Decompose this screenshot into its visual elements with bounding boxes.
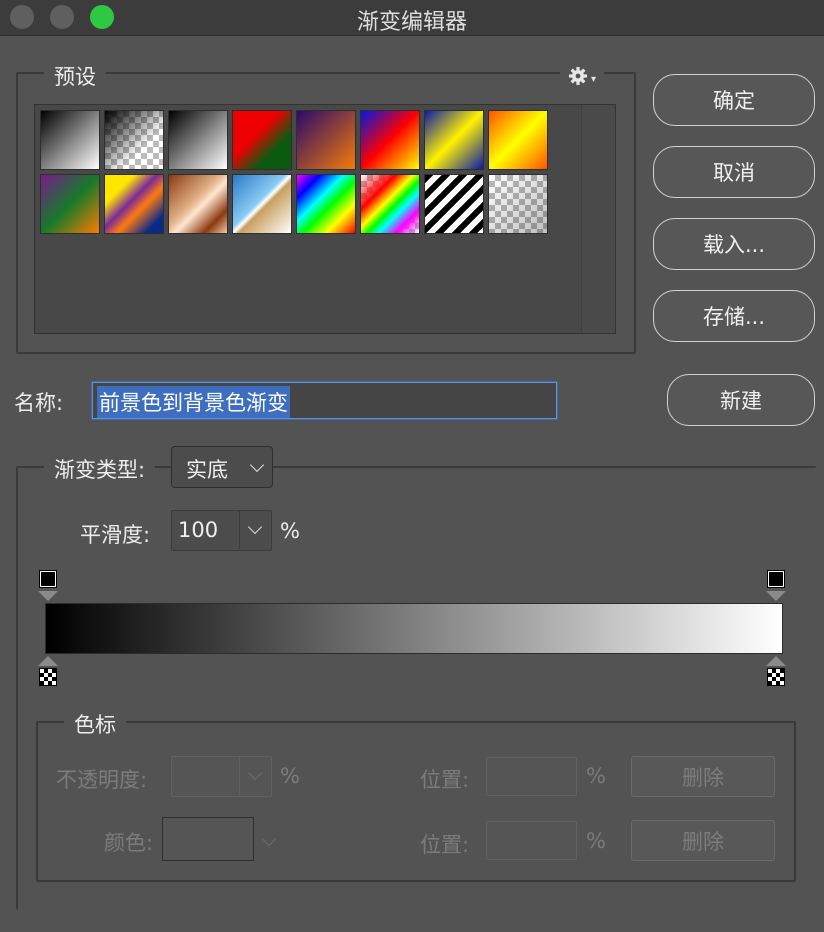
gear-icon: [568, 67, 587, 85]
preset-swatch-neutral-density[interactable]: [488, 174, 548, 234]
color-stop-left-pointer: [38, 656, 58, 666]
presets-menu-button[interactable]: ▾: [560, 63, 604, 89]
preset-swatch-yellow-violet-orange-blue[interactable]: [104, 174, 164, 234]
opacity-unit: %: [280, 764, 300, 788]
preset-swatch-transparent-stripes[interactable]: [424, 174, 484, 234]
opacity-dropdown-button[interactable]: [240, 757, 271, 795]
preset-swatch-foreground-to-background[interactable]: [40, 110, 100, 170]
title-bar: 渐变编辑器: [0, 0, 824, 36]
preset-swatch-blue-yellow-blue[interactable]: [424, 110, 484, 170]
opacity-location-label: 位置:: [420, 768, 470, 792]
opacity-stop-left[interactable]: [39, 570, 57, 588]
new-button[interactable]: 新建: [667, 374, 815, 426]
color-location-unit: %: [586, 829, 606, 853]
presets-scrollbar[interactable]: [581, 105, 615, 333]
opacity-label: 不透明度:: [56, 768, 148, 792]
opacity-delete-button[interactable]: 删除: [631, 756, 775, 797]
opacity-stop-right[interactable]: [767, 570, 785, 588]
preset-swatch-copper[interactable]: [168, 174, 228, 234]
opacity-stop-right-pointer: [766, 591, 786, 601]
name-input[interactable]: 前景色到背景色渐变: [92, 382, 557, 419]
color-label: 颜色:: [104, 831, 154, 855]
chevron-down-icon: [249, 457, 265, 473]
preset-swatch-transparent-rainbow[interactable]: [360, 174, 420, 234]
name-label: 名称:: [14, 391, 64, 415]
presets-grid: [34, 104, 616, 334]
color-location-input[interactable]: [486, 821, 577, 860]
preset-swatch-red-green[interactable]: [232, 110, 292, 170]
stops-legend: 色标: [64, 709, 126, 739]
smoothness-input[interactable]: 100: [178, 518, 218, 542]
preset-swatch-blue-red-yellow[interactable]: [360, 110, 420, 170]
smoothness-unit: %: [280, 519, 300, 543]
color-stop-right[interactable]: [767, 668, 785, 686]
preset-swatch-violet-green-orange[interactable]: [40, 174, 100, 234]
gradient-type-select[interactable]: 实底: [171, 446, 273, 488]
preset-swatch-chrome[interactable]: [232, 174, 292, 234]
window-title: 渐变编辑器: [356, 10, 467, 35]
smoothness-label: 平滑度:: [80, 523, 151, 547]
opacity-location-input[interactable]: [486, 757, 577, 796]
ok-button[interactable]: 确定: [653, 74, 815, 126]
color-delete-button[interactable]: 删除: [631, 820, 775, 861]
preset-swatch-foreground-to-transparent[interactable]: [104, 110, 164, 170]
presets-legend: 预设: [44, 61, 106, 91]
color-location-label: 位置:: [420, 833, 470, 857]
smoothness-dropdown-button[interactable]: [240, 511, 271, 549]
color-swatch[interactable]: [162, 817, 254, 861]
opacity-combo: [171, 756, 272, 797]
cancel-button[interactable]: 取消: [653, 146, 815, 198]
save-button[interactable]: 存储...: [653, 290, 815, 342]
chevron-down-icon: [247, 519, 263, 535]
opacity-stop-left-pointer: [38, 591, 58, 601]
smoothness-combo: 100: [171, 510, 272, 551]
gradient-type-label: 渐变类型:: [44, 454, 156, 484]
preset-swatch-black-white[interactable]: [168, 110, 228, 170]
chevron-down-icon: ▾: [590, 73, 597, 85]
opacity-location-unit: %: [586, 764, 606, 788]
gradient-preview-bar[interactable]: [45, 603, 783, 654]
name-input-value: 前景色到背景色渐变: [97, 386, 290, 418]
preset-swatch-violet-orange[interactable]: [296, 110, 356, 170]
chevron-down-icon: [247, 765, 263, 781]
load-button[interactable]: 载入...: [653, 218, 815, 270]
preset-swatch-spectrum[interactable]: [296, 174, 356, 234]
preset-swatch-orange-yellow-orange[interactable]: [488, 110, 548, 170]
color-stop-right-pointer: [766, 656, 786, 666]
color-stop-left[interactable]: [39, 668, 57, 686]
gradient-type-value: 实底: [186, 458, 228, 482]
